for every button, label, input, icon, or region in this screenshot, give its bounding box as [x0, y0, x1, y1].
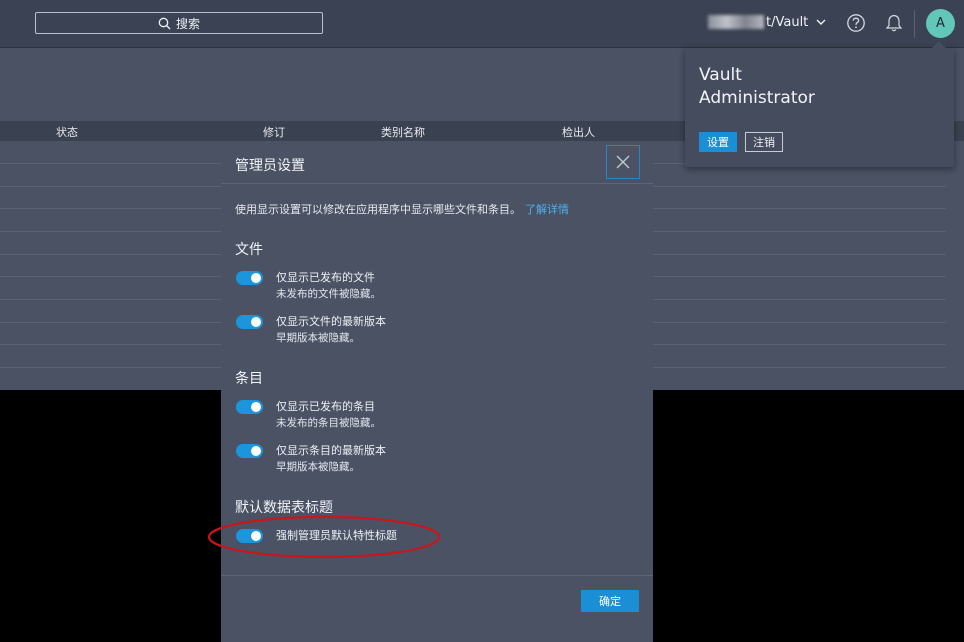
user-name: Vault Administrator: [699, 64, 899, 110]
toggle-text: 仅显示已发布的条目 未发布的条目被隐藏。: [276, 398, 381, 432]
toggle-text: 仅显示条目的最新版本 早期版本被隐藏。: [276, 442, 386, 476]
toggle-row: 仅显示文件的最新版本 早期版本被隐藏。: [236, 313, 386, 347]
toggle-text: 仅显示文件的最新版本 早期版本被隐藏。: [276, 313, 386, 347]
admin-settings-dialog: 管理员设置 使用显示设置可以修改在应用程序中显示哪些文件和条目。 了解详情 文件 …: [221, 145, 653, 642]
server-selector[interactable]: t/Vault: [708, 13, 826, 31]
dialog-intro: 使用显示设置可以修改在应用程序中显示哪些文件和条目。 了解详情: [235, 201, 569, 217]
toggle-description: 未发布的文件被隐藏。: [276, 288, 381, 300]
server-label: t/Vault: [766, 14, 809, 30]
search-input[interactable]: 搜索: [35, 12, 323, 34]
toggle-row: 仅显示条目的最新版本 早期版本被隐藏。: [236, 442, 386, 476]
dialog-title: 管理员设置: [235, 158, 305, 174]
column-status[interactable]: 状态: [56, 124, 78, 140]
user-menu: Vault Administrator 设置 注销: [685, 41, 954, 167]
toggle-text: 仅显示已发布的文件 未发布的文件被隐藏。: [276, 269, 381, 303]
intro-text: 使用显示设置可以修改在应用程序中显示哪些文件和条目。: [235, 203, 521, 216]
settings-button[interactable]: 设置: [699, 132, 737, 152]
column-category[interactable]: 类别名称: [381, 124, 425, 140]
app-window: 状态 修订 类别名称 检出人 搜索 t/Vault A Vault Admini…: [0, 0, 964, 642]
chevron-down-icon: [816, 19, 826, 25]
search-placeholder: 搜索: [175, 16, 200, 31]
divider: [914, 10, 915, 38]
ok-button[interactable]: 确定: [581, 590, 639, 612]
column-revision[interactable]: 修订: [263, 124, 285, 140]
section-items-title: 条目: [235, 371, 263, 387]
latest-file-version-toggle[interactable]: [236, 315, 263, 329]
toggle-row: 仅显示已发布的文件 未发布的文件被隐藏。: [236, 269, 381, 303]
section-files-title: 文件: [235, 242, 263, 258]
toggle-row: 仅显示已发布的条目 未发布的条目被隐藏。: [236, 398, 381, 432]
toggle-label: 仅显示条目的最新版本: [276, 444, 386, 457]
highlight-ellipse: [207, 515, 441, 559]
divider: [221, 575, 653, 576]
user-name-line2: Administrator: [699, 88, 815, 108]
help-icon[interactable]: [846, 13, 866, 33]
toggle-label: 仅显示文件的最新版本: [276, 315, 386, 328]
toggle-label: 仅显示已发布的条目: [276, 400, 375, 413]
top-bar: 搜索 t/Vault A: [0, 0, 964, 48]
latest-item-version-toggle[interactable]: [236, 444, 263, 458]
released-files-toggle[interactable]: [236, 271, 263, 285]
divider: [221, 183, 653, 184]
close-button[interactable]: [606, 145, 640, 179]
toggle-label: 仅显示已发布的文件: [276, 271, 375, 284]
search-icon: [158, 17, 171, 29]
column-checked-out-by[interactable]: 检出人: [562, 124, 595, 140]
bell-icon[interactable]: [884, 13, 904, 33]
released-items-toggle[interactable]: [236, 400, 263, 414]
toggle-description: 早期版本被隐藏。: [276, 332, 360, 344]
learn-more-link[interactable]: 了解详情: [525, 203, 569, 216]
logout-button[interactable]: 注销: [745, 132, 783, 152]
user-name-line1: Vault: [699, 65, 742, 85]
close-icon: [616, 155, 630, 169]
avatar[interactable]: A: [926, 9, 955, 38]
redacted-host: [708, 15, 764, 29]
toggle-description: 早期版本被隐藏。: [276, 461, 360, 473]
toggle-description: 未发布的条目被隐藏。: [276, 417, 381, 429]
